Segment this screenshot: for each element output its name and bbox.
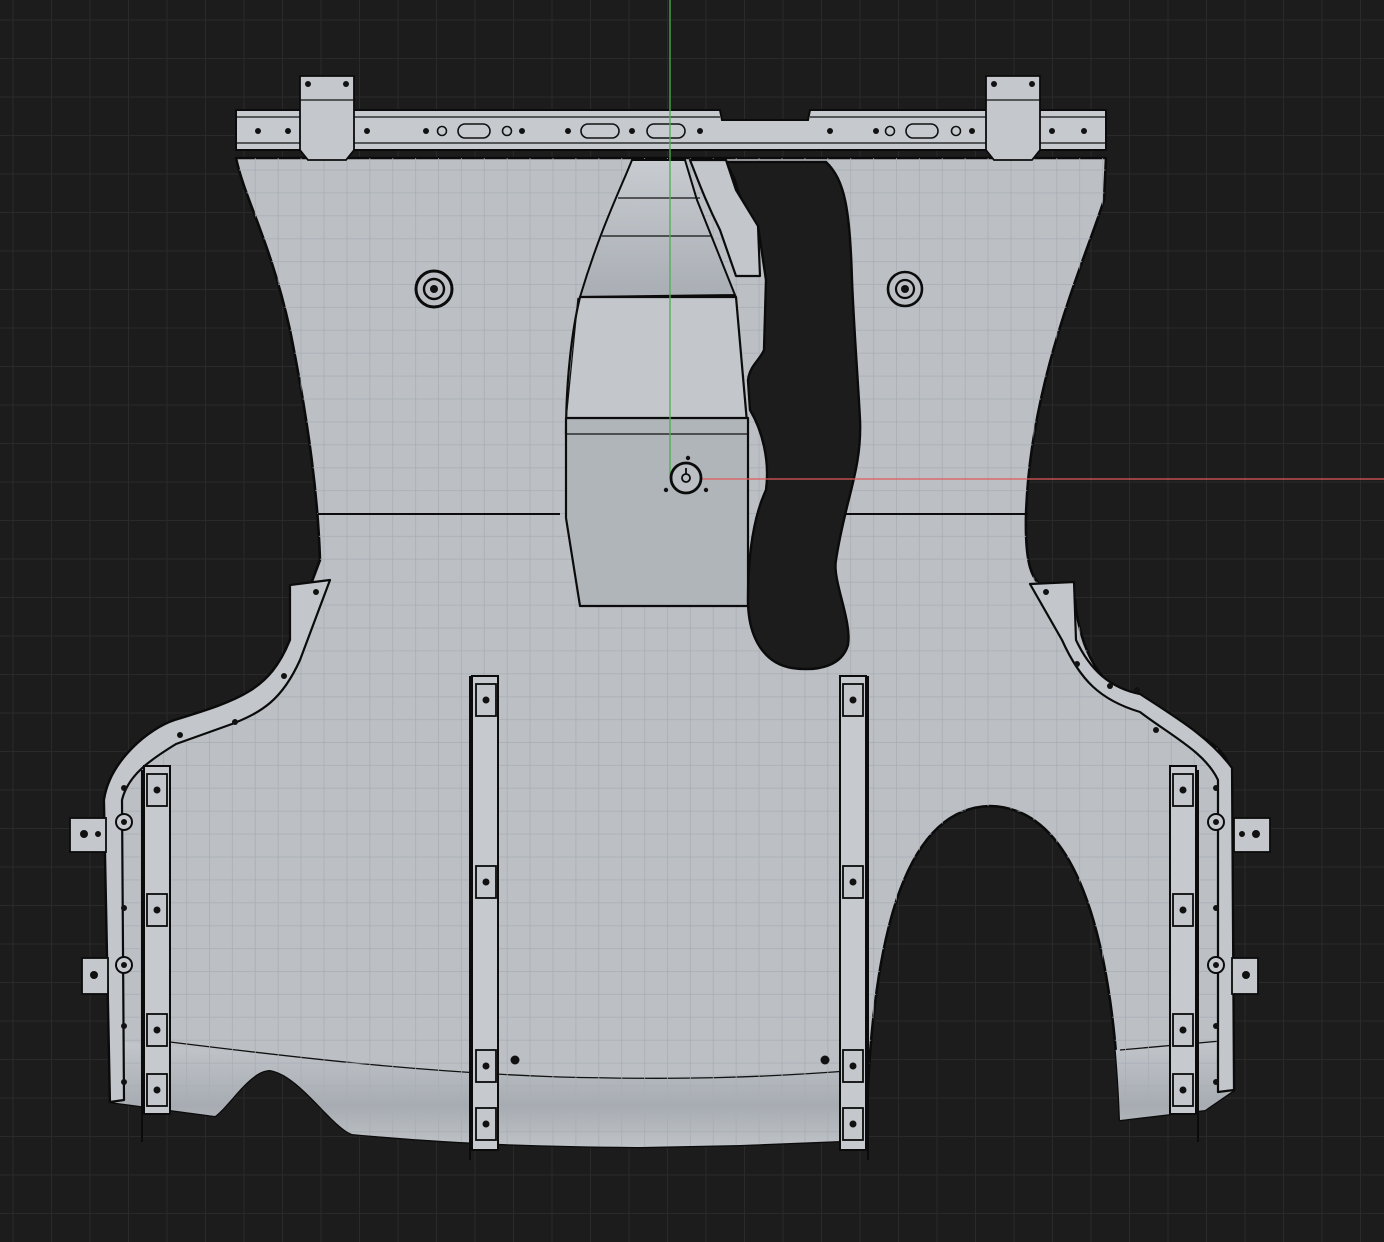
grommet-left xyxy=(414,269,454,309)
rear-fastener-right xyxy=(820,1055,830,1065)
viewport-canvas[interactable] xyxy=(0,0,1384,1242)
inner-stiffener-left xyxy=(469,675,499,1160)
grommet-right xyxy=(886,270,924,308)
front-mount-tab-right xyxy=(985,75,1041,161)
inner-stiffener-right xyxy=(839,675,869,1160)
front-mount-tab-left xyxy=(299,75,355,161)
rear-fastener-left xyxy=(510,1055,520,1065)
cad-viewport[interactable] xyxy=(0,0,1384,1242)
